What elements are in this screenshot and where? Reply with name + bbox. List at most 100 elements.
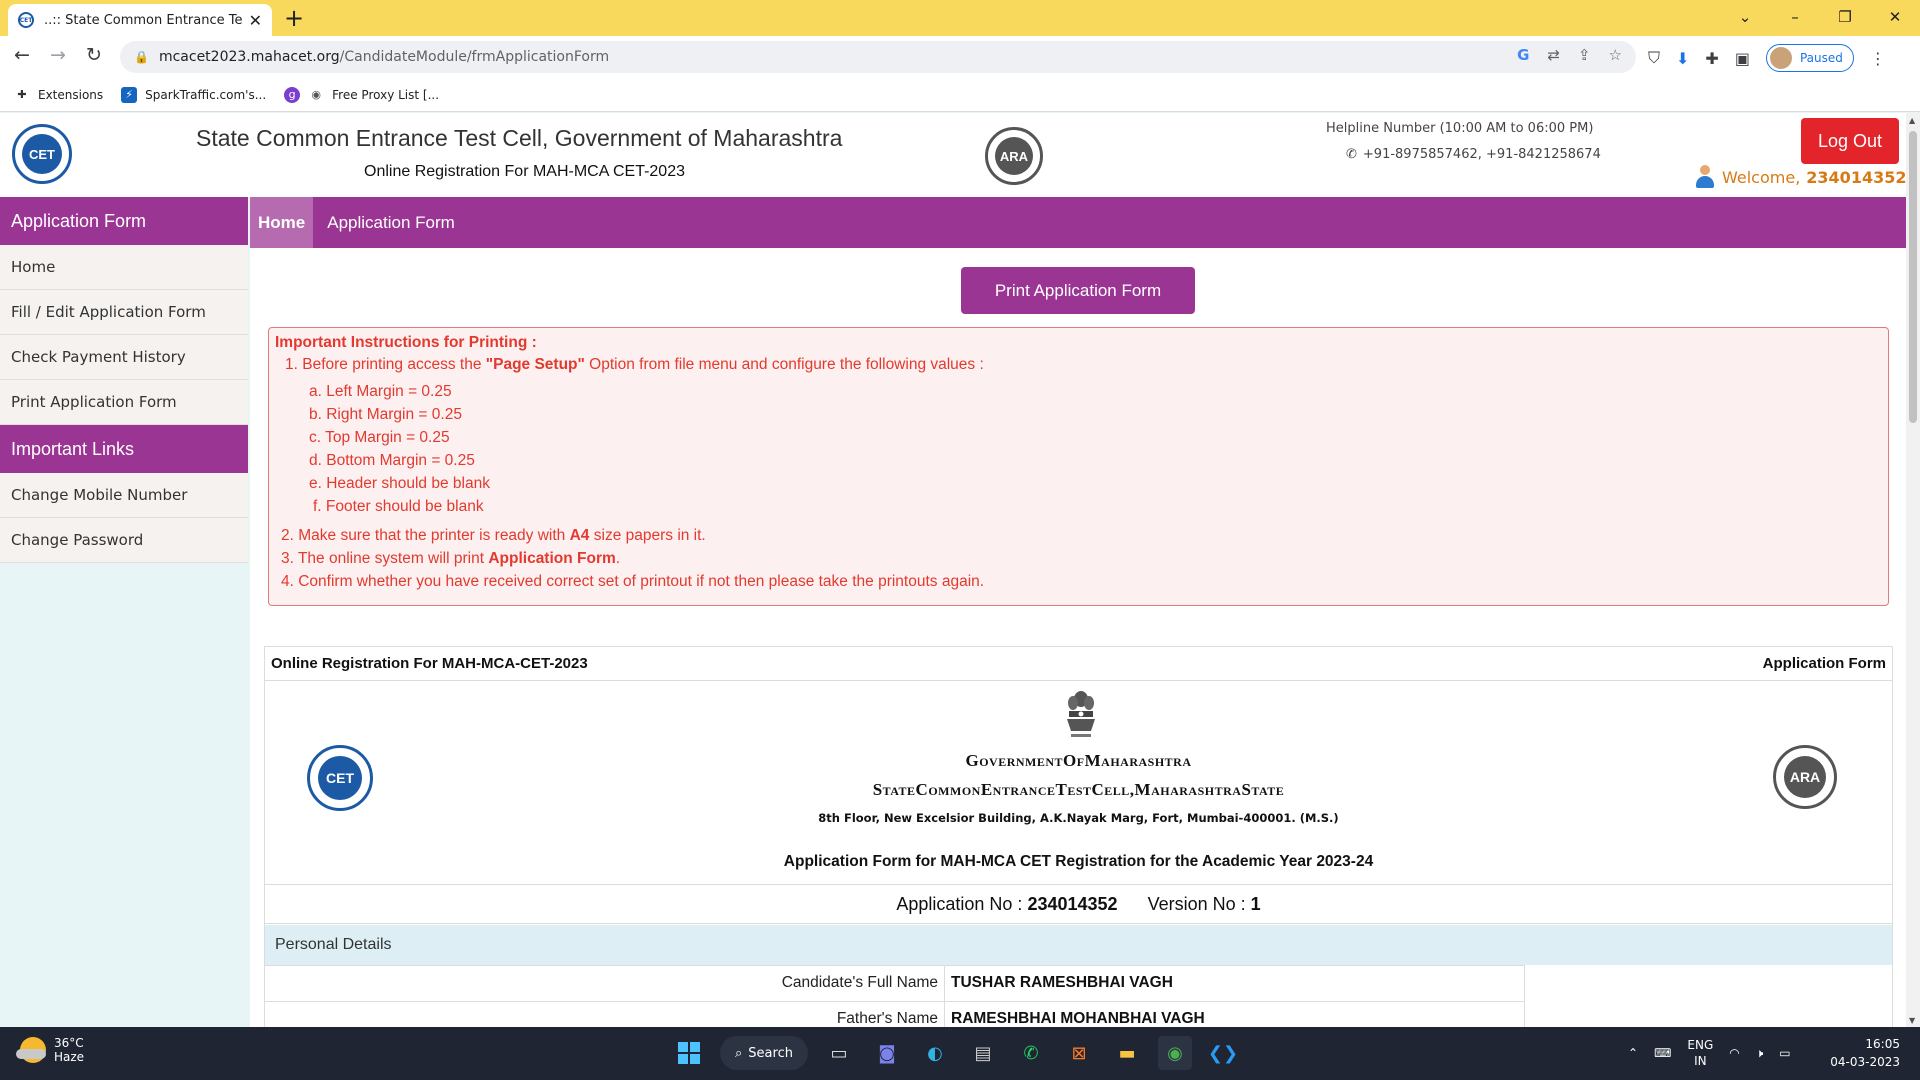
- welcome-user-id: 234014352: [1806, 167, 1906, 187]
- weather-condition: Haze: [54, 1050, 85, 1064]
- form-header-bar: Online Registration For MAH-MCA-CET-2023…: [265, 647, 1892, 681]
- application-form-preview: Online Registration For MAH-MCA-CET-2023…: [264, 646, 1893, 1027]
- margin-instruction: b. Right Margin = 0.25: [309, 406, 462, 423]
- battery-icon[interactable]: ▭: [1779, 1046, 1790, 1060]
- google-icon[interactable]: G: [1517, 46, 1529, 64]
- profile-status: Paused: [1799, 51, 1843, 65]
- bookmark-extensions[interactable]: ✚ Extensions: [14, 87, 103, 103]
- bookmark-sparktraffic[interactable]: ⚡ SparkTraffic.com's...: [121, 86, 266, 103]
- clock[interactable]: 16:05 04-03-2023: [1830, 1035, 1900, 1071]
- search-icon: ⌕: [735, 1045, 743, 1061]
- volume-muted-icon[interactable]: 🕨: [1756, 1046, 1764, 1061]
- lock-icon[interactable]: 🔒: [134, 50, 149, 64]
- weather-widget[interactable]: 36°C Haze: [16, 1036, 85, 1064]
- back-icon[interactable]: ←: [14, 44, 30, 66]
- sidebar-item-fill-edit-application[interactable]: Fill / Edit Application Form: [0, 290, 248, 335]
- whatsapp-icon[interactable]: ✆: [1014, 1036, 1048, 1070]
- table-row: Father's Name RAMESHBHAI MOHANBHAI VAGH: [265, 1001, 1525, 1027]
- share-icon[interactable]: ⇪: [1578, 46, 1591, 64]
- translate-icon[interactable]: ⇄: [1547, 46, 1560, 64]
- bookmark-label: Free Proxy List [...: [332, 87, 440, 102]
- field-label: Candidate's Full Name: [265, 966, 945, 1001]
- instruction-4: 4. Confirm whether you have received cor…: [281, 573, 985, 590]
- cell-title: StateCommonEntranceTestCell,MaharashtraS…: [872, 780, 1285, 799]
- address-bar[interactable]: 🔒 mcacet2023.mahacet.org/CandidateModule…: [120, 41, 1636, 73]
- puzzle-icon: ✚: [17, 88, 27, 101]
- terminal-icon[interactable]: ▤: [966, 1036, 1000, 1070]
- instructions-heading: Important Instructions for Printing :: [275, 334, 537, 351]
- web-page: CET State Common Entrance Test Cell, Gov…: [0, 113, 1906, 1027]
- site-favicon-icon: CET: [18, 12, 34, 28]
- xampp-icon[interactable]: ⊠: [1062, 1036, 1096, 1070]
- side-panel-icon[interactable]: ▣: [1735, 49, 1750, 68]
- shield-extension-icon[interactable]: ⛉: [1648, 48, 1660, 68]
- date: 04-03-2023: [1830, 1055, 1900, 1069]
- sidebar-item-print-application[interactable]: Print Application Form: [0, 380, 248, 425]
- show-hidden-icons-icon[interactable]: ⌃: [1628, 1046, 1638, 1060]
- language-indicator[interactable]: ENG IN: [1687, 1037, 1713, 1069]
- new-tab-icon[interactable]: +: [284, 4, 304, 32]
- vscode-icon[interactable]: ❮❯: [1206, 1036, 1240, 1070]
- page-title: State Common Entrance Test Cell, Governm…: [196, 125, 843, 151]
- taskbar-search[interactable]: ⌕ Search: [720, 1036, 808, 1070]
- sidebar: Application Form Home Fill / Edit Applic…: [0, 197, 248, 563]
- tab-search-icon[interactable]: ⌄: [1720, 4, 1770, 30]
- menu-application-form[interactable]: Application Form: [313, 197, 469, 248]
- instruction-1: 1. Before printing access the "Page Setu…: [285, 356, 984, 373]
- taskbar-apps: ⌕ Search ▭ ◙ ◐ ▤ ✆ ⊠ ▬ ◉ ❮❯: [672, 1036, 1240, 1070]
- url-path: /CandidateModule/frmApplicationForm: [339, 49, 610, 65]
- sidebar-item-check-payment-history[interactable]: Check Payment History: [0, 335, 248, 380]
- helpline-label: Helpline Number (10:00 AM to 06:00 PM): [1326, 121, 1594, 136]
- scroll-down-icon[interactable]: ▼: [1909, 1016, 1915, 1025]
- teams-chat-icon[interactable]: ◙: [870, 1036, 904, 1070]
- close-window-icon[interactable]: ✕: [1870, 4, 1920, 30]
- instruction-2: 2. Make sure that the printer is ready w…: [281, 527, 706, 544]
- personal-details-heading: Personal Details: [265, 925, 1892, 965]
- sidebar-item-change-password[interactable]: Change Password: [0, 518, 248, 563]
- tab-title: ..:: State Common Entrance Test C: [44, 12, 243, 28]
- file-explorer-icon[interactable]: ▬: [1110, 1036, 1144, 1070]
- form-title: Application Form for MAH-MCA CET Registr…: [783, 853, 1374, 870]
- sidebar-heading-important-links: Important Links: [0, 425, 248, 473]
- sidebar-item-home[interactable]: Home: [0, 245, 248, 290]
- menu-home[interactable]: Home: [250, 197, 314, 248]
- sidebar-item-change-mobile[interactable]: Change Mobile Number: [0, 473, 248, 518]
- wifi-icon[interactable]: ◠: [1729, 1046, 1739, 1060]
- print-application-button[interactable]: Print Application Form: [961, 267, 1195, 314]
- keyboard-icon[interactable]: ⌨: [1654, 1046, 1671, 1060]
- bookmark-proxy-list[interactable]: g ◉ Free Proxy List [...: [284, 86, 440, 103]
- national-emblem-icon: [1067, 691, 1095, 737]
- browser-tab[interactable]: CET ..:: State Common Entrance Test C ✕: [8, 4, 272, 36]
- welcome-message: Welcome, 234014352: [1694, 165, 1906, 189]
- edge-icon[interactable]: ◐: [918, 1036, 952, 1070]
- url-host: mcacet2023.mahacet.org: [158, 49, 340, 65]
- page-subtitle: Online Registration For MAH-MCA CET-2023: [364, 163, 685, 180]
- bookmark-label: Extensions: [38, 87, 104, 102]
- browser-tabbar: CET ..:: State Common Entrance Test C ✕ …: [0, 0, 1920, 36]
- office-address: 8th Floor, New Excelsior Building, A.K.N…: [818, 811, 1339, 825]
- system-tray: ⌃ ⌨ ENG IN ◠ 🕨 ▭: [1628, 1037, 1791, 1069]
- sparktraffic-icon: ⚡: [121, 86, 138, 103]
- bookmark-star-icon[interactable]: ☆: [1609, 46, 1622, 64]
- window-controls: ⌄ – ❐ ✕: [1720, 4, 1920, 30]
- extensions-puzzle-icon[interactable]: ✚: [1705, 49, 1718, 68]
- table-row: Candidate's Full Name TUSHAR RAMESHBHAI …: [265, 965, 1525, 1001]
- reload-icon[interactable]: ↻: [86, 44, 102, 66]
- page-scrollbar[interactable]: ▲ ▼: [1906, 113, 1920, 1027]
- tab-close-icon[interactable]: ✕: [249, 11, 262, 30]
- scroll-up-icon[interactable]: ▲: [1909, 116, 1915, 125]
- scrollbar-thumb[interactable]: [1909, 131, 1917, 423]
- temperature: 36°C: [54, 1036, 84, 1050]
- minimize-icon[interactable]: –: [1770, 4, 1820, 30]
- menu-kebab-icon[interactable]: ⋮: [1870, 49, 1886, 68]
- download-extension-icon[interactable]: ⬇: [1676, 49, 1689, 68]
- task-view-icon[interactable]: ▭: [822, 1036, 856, 1070]
- windows-start-icon[interactable]: [672, 1036, 706, 1070]
- chrome-icon[interactable]: ◉: [1158, 1036, 1192, 1070]
- browser-toolbar: ← → ↻ 🔒 mcacet2023.mahacet.org/Candidate…: [0, 36, 1920, 78]
- forward-icon[interactable]: →: [50, 44, 66, 66]
- logout-button[interactable]: Log Out: [1801, 118, 1899, 164]
- restore-icon[interactable]: ❐: [1820, 4, 1870, 30]
- search-label: Search: [748, 1045, 793, 1061]
- profile-button[interactable]: Paused: [1765, 44, 1854, 72]
